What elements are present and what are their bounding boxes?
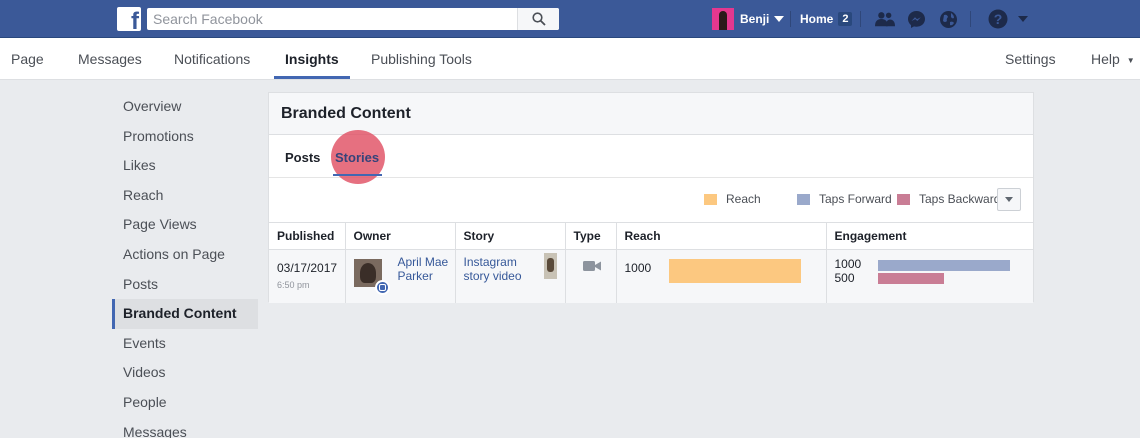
panel-title: Branded Content — [269, 93, 1033, 135]
nav-help[interactable]: Help ▼ — [1091, 38, 1135, 80]
search-box — [147, 8, 559, 30]
published-cell: 03/17/2017 6:50 pm — [269, 249, 346, 303]
profile-link[interactable]: Benji — [712, 8, 785, 30]
sidebar-item-actions-on-page[interactable]: Actions on Page — [112, 240, 258, 270]
sidebar-item-videos[interactable]: Videos — [112, 358, 258, 388]
home-label: Home — [800, 12, 834, 26]
legend-swatch — [897, 193, 910, 205]
engagement-cell: 1000 500 — [826, 249, 1033, 303]
nav-settings[interactable]: Settings — [1005, 38, 1056, 80]
page-nav: Page Messages Notifications Insights Pub… — [0, 38, 1140, 80]
svg-text:?: ? — [994, 11, 1003, 27]
active-tab-indicator — [333, 174, 382, 176]
messenger-icon[interactable] — [906, 9, 926, 29]
legend-label: Reach — [726, 192, 761, 206]
nav-insights[interactable]: Insights — [274, 38, 350, 79]
nav-publishing-tools[interactable]: Publishing Tools — [371, 38, 472, 80]
legend-label: Taps Forward — [819, 192, 892, 206]
search-input[interactable] — [147, 8, 517, 30]
instagram-icon — [374, 280, 390, 295]
video-camera-icon — [582, 261, 601, 271]
published-time: 6:50 pm — [277, 280, 310, 290]
sidebar-item-promotions[interactable]: Promotions — [112, 122, 258, 152]
nav-notifications[interactable]: Notifications — [174, 38, 250, 80]
top-bar: f Benji Home 2 ? — [0, 0, 1140, 38]
friend-requests-icon[interactable] — [875, 9, 895, 29]
table-row[interactable]: 03/17/2017 6:50 pm April Mae Parker Inst… — [269, 249, 1033, 303]
home-count-badge: 2 — [838, 12, 853, 26]
legend-item-taps-backward: Taps Backward — [897, 187, 1000, 211]
avatar — [712, 8, 734, 30]
table-header-row: Published Owner Story Type Reach Engagem… — [269, 222, 1033, 250]
owner-avatar[interactable] — [353, 259, 390, 295]
sidebar-item-messages[interactable]: Messages — [112, 418, 258, 438]
sidebar-item-overview[interactable]: Overview — [112, 92, 258, 122]
divider — [790, 11, 791, 27]
nav-page[interactable]: Page — [11, 38, 44, 80]
profile-name: Benji — [740, 12, 770, 26]
sidebar-item-reach[interactable]: Reach — [112, 181, 258, 211]
owner-cell: April Mae Parker — [345, 249, 456, 303]
globe-icon[interactable] — [938, 9, 958, 29]
column-header-reach[interactable]: Reach — [616, 222, 827, 250]
home-link[interactable]: Home 2 — [800, 8, 853, 30]
search-icon — [531, 12, 546, 26]
taps-backward-bar — [877, 273, 944, 284]
published-date: 03/17/2017 — [277, 261, 338, 275]
sidebar-item-page-views[interactable]: Page Views — [112, 210, 258, 240]
reach-cell: 1000 — [616, 249, 827, 303]
column-header-engagement[interactable]: Engagement — [826, 222, 1033, 250]
branded-content-panel: Branded Content Posts Stories Reach Taps… — [268, 92, 1034, 303]
reach-bar — [668, 259, 801, 283]
help-icon[interactable]: ? — [988, 9, 1008, 29]
account-menu-chevron-icon[interactable] — [1013, 9, 1033, 29]
tab-posts[interactable]: Posts — [285, 150, 320, 165]
column-header-type[interactable]: Type — [565, 222, 617, 250]
legend-swatch — [704, 193, 717, 205]
legend-dropdown-button[interactable] — [997, 188, 1021, 211]
nav-messages[interactable]: Messages — [78, 38, 142, 80]
owner-link[interactable]: April Mae Parker — [398, 255, 454, 283]
story-link[interactable]: Instagram story video — [464, 255, 534, 283]
legend-item-taps-forward: Taps Forward — [797, 187, 892, 211]
divider — [860, 11, 861, 27]
nav-help-label: Help — [1091, 51, 1120, 67]
legend-swatch — [797, 193, 810, 205]
facebook-logo-icon[interactable]: f — [117, 7, 141, 34]
sidebar-item-branded-content[interactable]: Branded Content — [112, 299, 258, 329]
sidebar-item-people[interactable]: People — [112, 388, 258, 418]
search-button[interactable] — [517, 8, 559, 30]
legend-label: Taps Backward — [919, 192, 1001, 206]
sidebar-item-posts[interactable]: Posts — [112, 270, 258, 300]
sidebar-item-events[interactable]: Events — [112, 329, 258, 359]
chevron-down-icon: ▼ — [1126, 56, 1135, 65]
column-header-story[interactable]: Story — [455, 222, 566, 250]
chevron-down-icon — [774, 16, 785, 22]
type-cell — [565, 249, 617, 303]
column-header-published[interactable]: Published — [269, 222, 346, 250]
legend-item-reach: Reach — [704, 187, 761, 211]
story-thumbnail[interactable] — [543, 253, 557, 279]
stories-table: Published Owner Story Type Reach Engagem… — [269, 222, 1033, 303]
column-header-owner[interactable]: Owner — [345, 222, 456, 250]
insights-sidebar: Overview Promotions Likes Reach Page Vie… — [112, 92, 258, 438]
divider — [970, 11, 971, 27]
taps-forward-bar — [877, 260, 1010, 271]
sidebar-item-likes[interactable]: Likes — [112, 151, 258, 181]
chevron-down-icon — [1005, 197, 1013, 202]
story-cell: Instagram story video — [455, 249, 566, 303]
tab-stories[interactable]: Stories — [335, 150, 379, 165]
